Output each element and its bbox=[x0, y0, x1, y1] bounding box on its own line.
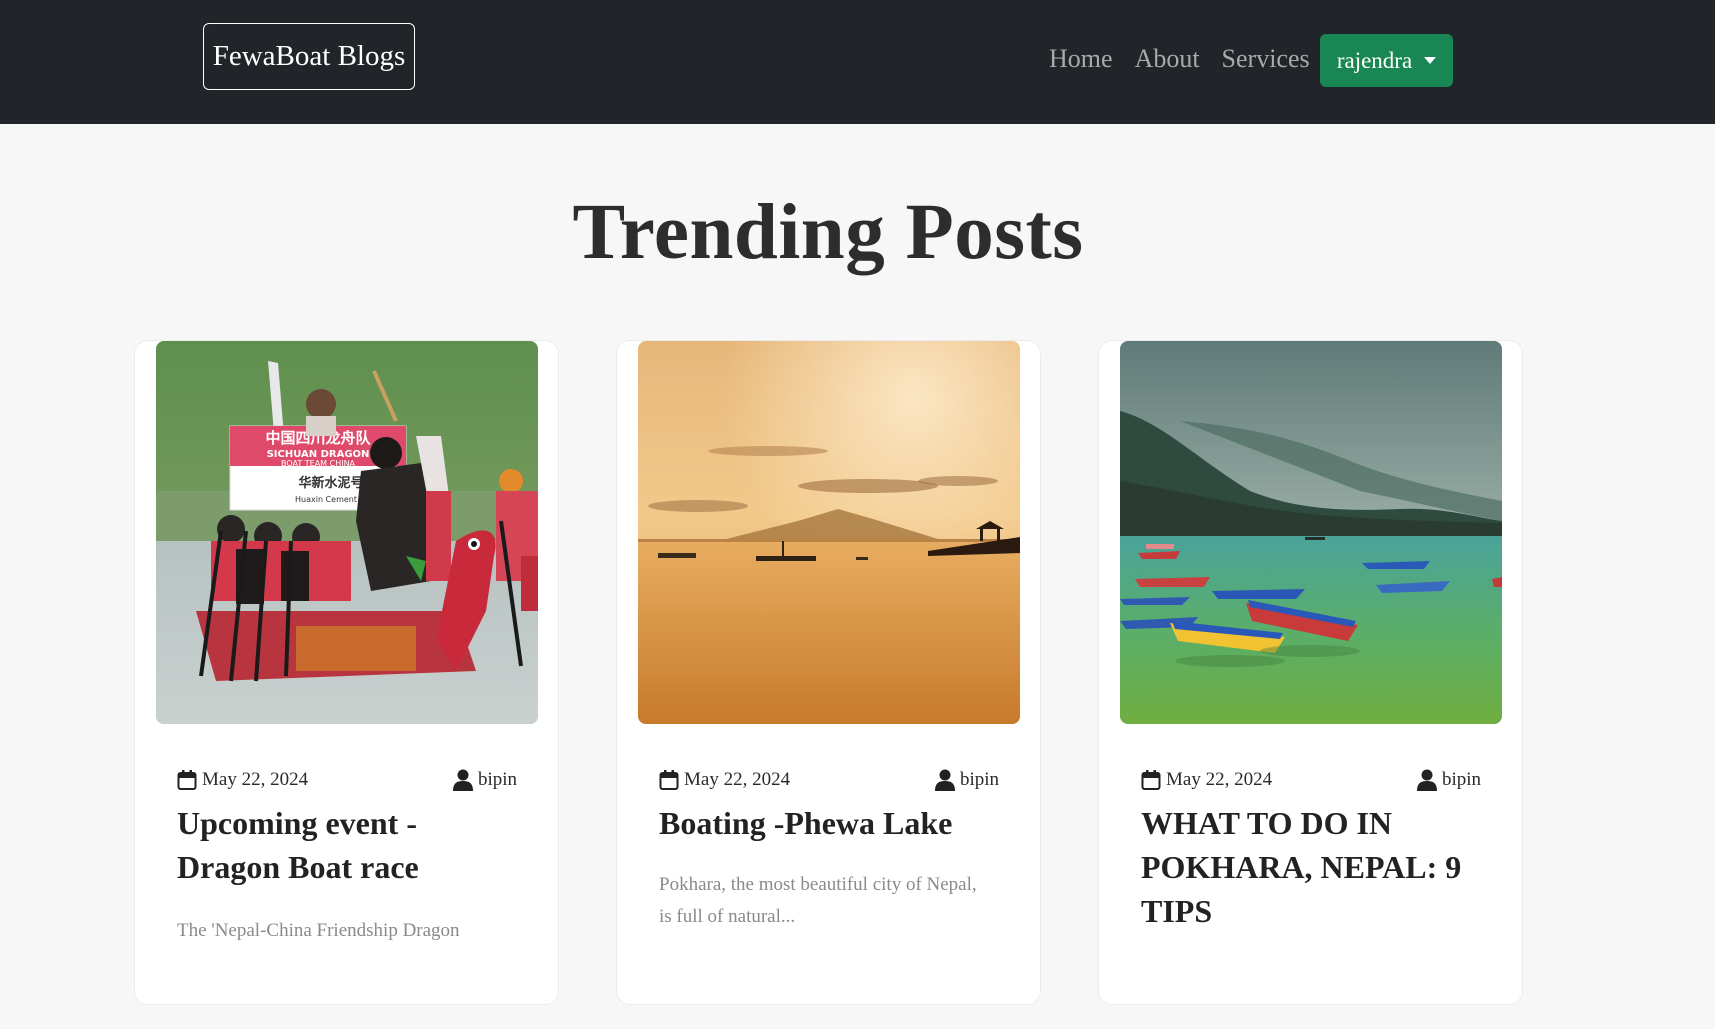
nav-link-services[interactable]: Services bbox=[1222, 44, 1310, 74]
post-card[interactable]: 中国四川龙舟队 SICHUAN DRAGON BOAT TEAM CHINA 华… bbox=[134, 340, 559, 1005]
post-meta: May 22, 2024 bipin bbox=[177, 769, 517, 797]
post-author: bipin bbox=[934, 769, 999, 791]
post-title-link[interactable]: Upcoming event - Dragon Boat race bbox=[177, 801, 517, 889]
caret-down-icon bbox=[1424, 57, 1437, 64]
post-image-sunset-lake[interactable] bbox=[638, 341, 1020, 724]
post-author: bipin bbox=[1416, 769, 1481, 791]
calendar-icon bbox=[177, 770, 197, 790]
post-excerpt: Pokhara, the most beautiful city of Nepa… bbox=[659, 874, 977, 927]
user-icon bbox=[452, 769, 473, 791]
post-excerpt: The 'Nepal-China Friendship Dragon bbox=[177, 920, 460, 941]
section-title: Trending Posts bbox=[572, 189, 1084, 276]
post-image-dragon-boat[interactable]: 中国四川龙舟队 SICHUAN DRAGON BOAT TEAM CHINA 华… bbox=[156, 341, 538, 724]
calendar-icon bbox=[1141, 770, 1161, 790]
post-title-link[interactable]: Boating -Phewa Lake bbox=[659, 801, 999, 845]
nav-links: Home About Services bbox=[1049, 44, 1332, 74]
post-card[interactable]: May 22, 2024 bipin Boating -Phewa Lake P… bbox=[616, 340, 1041, 1005]
calendar-icon bbox=[659, 770, 679, 790]
post-author-text: bipin bbox=[959, 769, 999, 790]
user-icon bbox=[1416, 769, 1437, 791]
nav-link-about[interactable]: About bbox=[1135, 44, 1200, 74]
post-date: May 22, 2024 bbox=[177, 769, 308, 791]
post-date-text: May 22, 2024 bbox=[202, 769, 309, 790]
post-author: bipin bbox=[452, 769, 517, 791]
post-author-text: bipin bbox=[477, 769, 517, 790]
post-image-lake-boats[interactable] bbox=[1120, 341, 1502, 724]
brand-logo-link[interactable]: FewaBoat Blogs bbox=[203, 23, 415, 90]
sign-text-line3: BOAT TEAM CHINA bbox=[281, 459, 356, 468]
user-icon bbox=[934, 769, 955, 791]
post-author-text: bipin bbox=[1441, 769, 1481, 790]
nav-link-home[interactable]: Home bbox=[1049, 44, 1113, 74]
sign-text-line5: Huaxin Cement bbox=[295, 495, 357, 504]
post-date: May 22, 2024 bbox=[1141, 769, 1272, 791]
sign-text-line4: 华新水泥号 bbox=[298, 475, 363, 491]
post-meta: May 22, 2024 bipin bbox=[659, 769, 999, 797]
user-menu-button[interactable]: rajendra bbox=[1320, 34, 1453, 87]
user-menu-label: rajendra bbox=[1336, 47, 1413, 73]
post-title-link[interactable]: WHAT TO DO IN POKHARA, NEPAL: 9 TIPS bbox=[1141, 801, 1481, 933]
post-date-text: May 22, 2024 bbox=[684, 769, 791, 790]
post-date-text: May 22, 2024 bbox=[1166, 769, 1273, 790]
navbar: FewaBoat Blogs Home About Services rajen… bbox=[0, 0, 1715, 124]
post-card[interactable]: May 22, 2024 bipin WHAT TO DO IN POKHARA… bbox=[1098, 340, 1523, 1005]
post-date: May 22, 2024 bbox=[659, 769, 790, 791]
post-meta: May 22, 2024 bipin bbox=[1141, 769, 1481, 797]
